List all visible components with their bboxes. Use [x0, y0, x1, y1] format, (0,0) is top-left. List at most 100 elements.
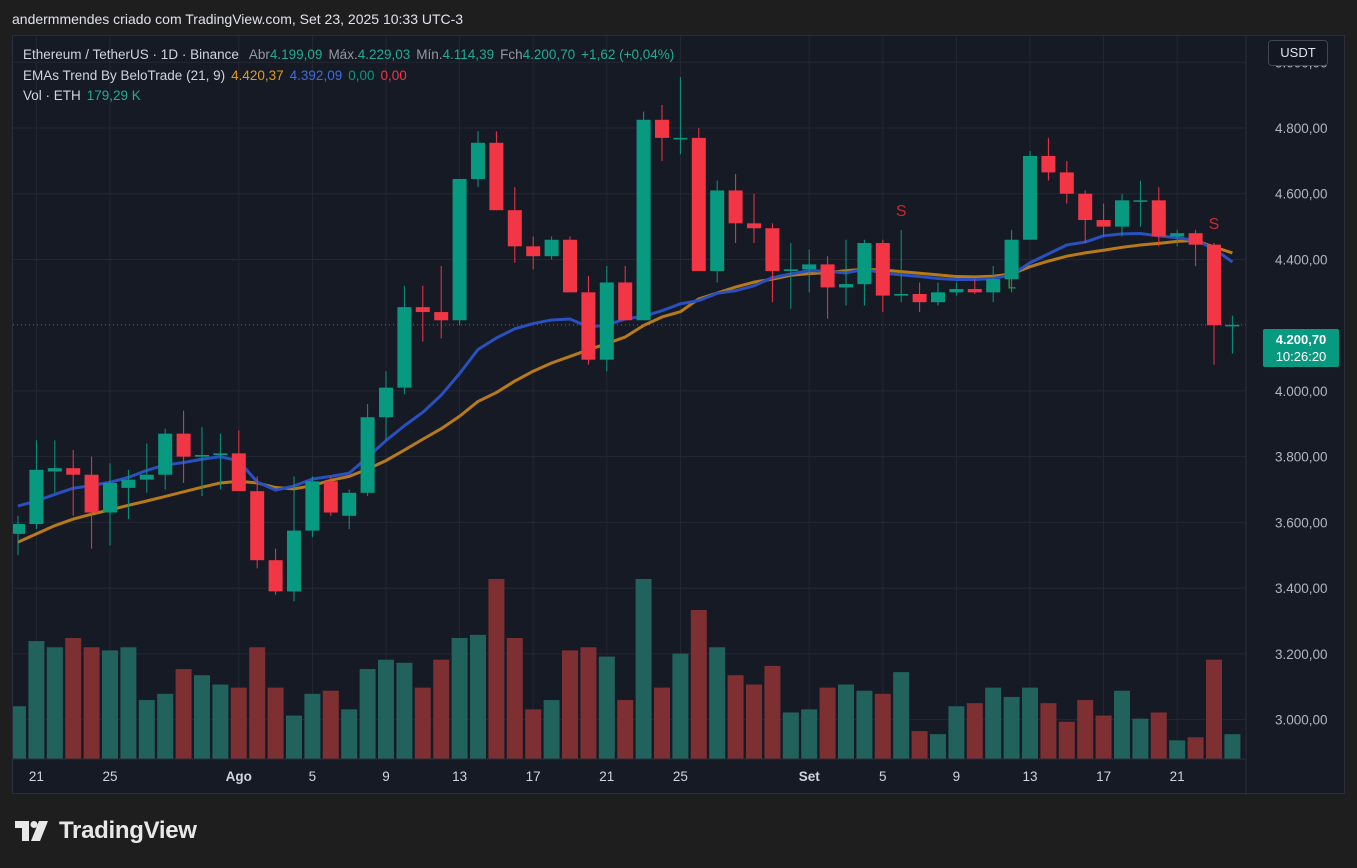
volume-bar [451, 637, 468, 759]
last-price-value: 4.200,70 [1275, 332, 1327, 347]
y-tick-label: 3.800,00 [1275, 450, 1328, 465]
y-tick-label: 4.600,00 [1275, 187, 1328, 202]
candle-body [765, 228, 780, 271]
x-tick-label: 25 [673, 769, 688, 784]
volume-bar [580, 647, 597, 759]
signal-label: L [1007, 275, 1016, 292]
candle-body [139, 474, 154, 480]
volume-bar [506, 637, 523, 759]
volume-bar [911, 731, 928, 759]
x-tick-label: 5 [879, 769, 887, 784]
x-tick-label: 25 [102, 769, 117, 784]
volume-bar [654, 687, 670, 759]
volume-bar [470, 634, 486, 759]
candle-body [287, 530, 301, 592]
candle-body [1151, 200, 1166, 237]
candle-body [176, 433, 191, 457]
candle-body [489, 142, 504, 211]
volume-bar [194, 675, 210, 759]
candle-body [434, 312, 449, 321]
candle-body [747, 223, 761, 229]
signal-label: S [1209, 216, 1220, 233]
symbol-legend-row[interactable]: Ethereum / TetherUS · 1D · Binance Abr 4.… [23, 45, 674, 66]
bar-countdown: 10:26:20 [1275, 349, 1327, 364]
y-tick-label: 3.400,00 [1275, 581, 1328, 596]
candle-body [967, 289, 982, 293]
signal-label: S [896, 203, 907, 220]
candle-body [84, 474, 99, 513]
candle-body [857, 243, 872, 285]
symbol-title[interactable]: Ethereum / TetherUS · 1D · Binance [23, 45, 239, 66]
chart-panel[interactable]: 5.000,004.800,004.600,004.400,004.000,00… [12, 35, 1346, 795]
candle-body [360, 417, 375, 493]
candle-body [894, 293, 909, 296]
volume-bar [230, 687, 247, 759]
volume-bar [157, 693, 174, 759]
volume-value: 179,29 K [86, 88, 141, 103]
candle-body [986, 279, 1001, 293]
volume-bar [543, 700, 560, 759]
candle-body [563, 239, 577, 293]
candle-body [655, 119, 669, 138]
volume-bar [598, 656, 615, 759]
volume-bar [120, 647, 137, 759]
candle-body [66, 468, 81, 475]
volume-bar [102, 650, 118, 759]
chart-attribution: andermmendes criado com TradingView.com,… [12, 11, 464, 27]
volume-bar [46, 647, 63, 759]
candle-body [728, 190, 743, 224]
y-tick-label: 3.200,00 [1275, 647, 1328, 662]
candle-body [636, 119, 651, 321]
volume-bar [562, 650, 578, 759]
x-tick-label: 13 [452, 769, 467, 784]
volume-bar [1040, 703, 1057, 759]
x-tick-label: 5 [309, 769, 317, 784]
volume-bar [746, 684, 762, 759]
chart-legend: Ethereum / TetherUS · 1D · Binance Abr 4.… [23, 45, 674, 107]
ema-fast-value: 4.392,09 [289, 67, 343, 83]
volume-bar [1095, 715, 1112, 759]
volume-bar [286, 715, 302, 759]
candle-body [213, 453, 228, 456]
low-value: 4.114,39 [442, 47, 495, 62]
volume-bar [782, 712, 799, 759]
high-value: 4.229,03 [357, 47, 411, 62]
volume-title[interactable]: Vol · ETH [23, 86, 81, 107]
volume-legend-row[interactable]: Vol · ETH 179,29 K [23, 86, 674, 107]
candle-body [29, 469, 44, 525]
candle-body [1096, 220, 1111, 227]
volume-bar [13, 706, 26, 759]
x-tick-label: 21 [29, 769, 44, 784]
candle-body [1133, 200, 1148, 202]
price-chart[interactable]: 5.000,004.800,004.600,004.400,004.000,00… [13, 36, 1346, 795]
volume-bar [322, 690, 339, 759]
candle-body [305, 481, 320, 531]
volume-bar [267, 687, 284, 759]
candle-body [1207, 244, 1221, 326]
ema-indicator-title[interactable]: EMAs Trend By BeloTrade (21, 9) [23, 66, 225, 87]
volume-bar [801, 709, 818, 759]
volume-bar [1169, 740, 1186, 759]
candle-body [507, 210, 522, 247]
candle-body [471, 142, 485, 179]
x-tick-label: 9 [382, 769, 390, 784]
candle-body [231, 453, 246, 492]
volume-bar [727, 675, 744, 759]
ema-legend-row[interactable]: EMAs Trend By BeloTrade (21, 9) 4.420,37… [23, 66, 674, 87]
tradingview-logo[interactable]: TradingView [15, 817, 197, 845]
volume-bar [65, 637, 82, 759]
currency-button[interactable]: USDT [1268, 40, 1328, 66]
candle-body [195, 455, 209, 457]
volume-bar [1224, 734, 1241, 759]
volume-bar [1150, 712, 1167, 759]
volume-bar [764, 665, 781, 759]
candle-body [121, 479, 136, 488]
candle-body [1225, 324, 1240, 327]
candle-body [158, 433, 173, 475]
y-tick-label: 3.000,00 [1275, 713, 1328, 728]
ema-value-3: 0,00 [348, 67, 375, 83]
tradingview-logo-icon [15, 821, 48, 841]
open-label: Abr [248, 47, 270, 62]
volume-bar [378, 659, 394, 759]
plot-area [13, 36, 1246, 759]
